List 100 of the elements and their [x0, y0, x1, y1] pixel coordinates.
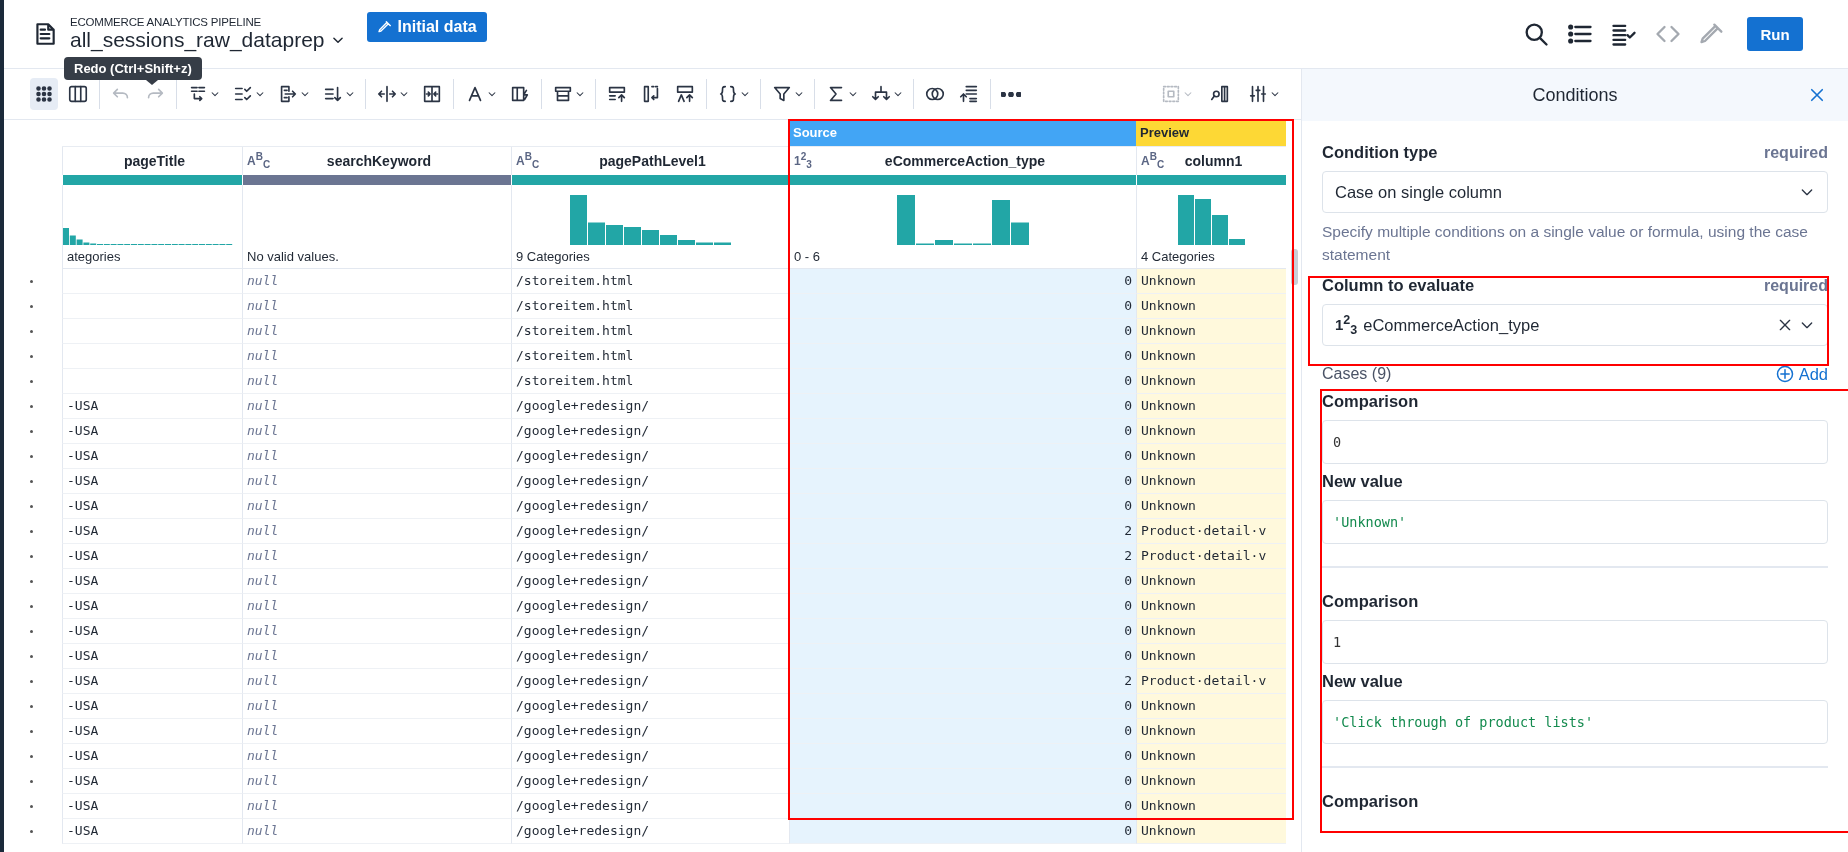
table-cell: /storeitem.html [511, 369, 789, 394]
caret-icon [210, 89, 220, 99]
column-name: eCommerceAction_type [883, 153, 1047, 169]
row-marker [30, 505, 33, 508]
caret-icon [487, 89, 497, 99]
row-marker [30, 430, 33, 433]
table-cell: Unknown [1136, 419, 1286, 444]
column-name: searchKeyword [325, 153, 433, 169]
table-cell: null [242, 419, 511, 444]
table-cell: null [242, 619, 511, 644]
table-cell: -USA [62, 544, 242, 569]
field-label: Comparison [1322, 392, 1420, 411]
row-marker [30, 330, 33, 333]
table-cell: Unknown [1136, 819, 1286, 844]
table-cell: Unknown [1136, 719, 1286, 744]
comparison-field[interactable]: 0 [1322, 420, 1828, 464]
field-label: Column to evaluate [1322, 276, 1475, 295]
columns-icon [67, 83, 89, 105]
table-cell: -USA [62, 519, 242, 544]
initial-data-button[interactable]: Initial data [366, 12, 487, 42]
table-cell: null [242, 594, 511, 619]
table-cell: 0 [789, 369, 1136, 394]
row-marker [30, 630, 33, 633]
close-button[interactable] [1808, 86, 1826, 104]
table-cell: /google+redesign/ [511, 594, 789, 619]
table-cell: /google+redesign/ [511, 394, 789, 419]
select-value: eCommerceAction_type [1363, 315, 1541, 335]
table-cell: Unknown [1136, 369, 1286, 394]
caret-icon [345, 89, 355, 99]
caret-icon [893, 89, 903, 99]
table-cell: null [242, 544, 511, 569]
table-cell: 0 [789, 819, 1136, 844]
table-cell: 0 [789, 294, 1136, 319]
grid-button[interactable] [30, 78, 58, 110]
column-name: pageTitle [122, 153, 187, 169]
table-cell: -USA [62, 644, 242, 669]
table-cell: 0 [789, 644, 1136, 669]
table-cell: null [242, 669, 511, 694]
row-marker [30, 380, 33, 383]
caret-icon [300, 89, 310, 99]
table-cell: -USA [62, 769, 242, 794]
table-cell: 0 [789, 594, 1136, 619]
caret-icon [1270, 89, 1280, 99]
scrollbar[interactable] [1291, 249, 1298, 285]
caret-icon [1183, 89, 1193, 99]
table-cell: -USA [62, 569, 242, 594]
comparison-field[interactable]: 1 [1322, 620, 1828, 664]
table-cell: /google+redesign/ [511, 644, 789, 669]
condition-type-select[interactable]: Case on single column [1322, 171, 1828, 213]
braces-icon [717, 83, 739, 105]
row-marker [30, 705, 33, 708]
table-cell: /google+redesign/ [511, 419, 789, 444]
add-button[interactable]: Add [1774, 364, 1828, 384]
table-cell: Unknown [1136, 344, 1286, 369]
table-cell: 0 [789, 444, 1136, 469]
table-cell: 0 [789, 394, 1136, 419]
table-cell: null [242, 494, 511, 519]
table-cell: 0 [789, 744, 1136, 769]
tooltip: Redo (Ctrl+Shift+z) [64, 57, 202, 80]
required-label: required [1764, 143, 1828, 162]
row-marker [30, 755, 33, 758]
table-cell: /google+redesign/ [511, 569, 789, 594]
field-label: Comparison [1322, 592, 1420, 611]
caret-icon [255, 89, 265, 99]
table-cell: null [242, 694, 511, 719]
column-search-icon [1209, 83, 1231, 105]
table-cell: /storeitem.html [511, 344, 789, 369]
table-cell: null [242, 819, 511, 844]
table-cell: null [242, 794, 511, 819]
clear-icon [1777, 317, 1793, 333]
table-cell: null [242, 294, 511, 319]
table-cell: null [242, 469, 511, 494]
dataset-title[interactable]: all_sessions_raw_dataprep [70, 28, 325, 52]
table-cell: /google+redesign/ [511, 744, 789, 769]
table-cell: Product·detail·v [1136, 669, 1286, 694]
table-cell: Unknown [1136, 394, 1286, 419]
column-summary: No valid values. [242, 249, 511, 269]
table-cell: 0 [789, 344, 1136, 369]
table-cell: -USA [62, 794, 242, 819]
table-cell: Unknown [1136, 319, 1286, 344]
run-button[interactable]: Run [1747, 17, 1803, 51]
caret-icon [575, 89, 585, 99]
table-cell: Unknown [1136, 619, 1286, 644]
table-cell: -USA [62, 469, 242, 494]
table-cell: Unknown [1136, 494, 1286, 519]
table-cell: 0 [789, 419, 1136, 444]
table-cell: null [242, 744, 511, 769]
table-cell: null [242, 444, 511, 469]
sort-lines-icon [958, 83, 980, 105]
field-label: New value [1322, 472, 1404, 491]
table-cell: -USA [62, 819, 242, 844]
new-value-field[interactable]: 'Click through of product lists' [1322, 700, 1828, 744]
row-marker [30, 830, 33, 833]
table-cell: /storeitem.html [511, 294, 789, 319]
row-marker [30, 530, 33, 533]
required-label: required [1764, 276, 1828, 295]
column-summary: ategories [62, 249, 242, 269]
split-icon [376, 83, 398, 105]
new-value-field[interactable]: 'Unknown' [1322, 500, 1828, 544]
table-cell: 0 [789, 694, 1136, 719]
